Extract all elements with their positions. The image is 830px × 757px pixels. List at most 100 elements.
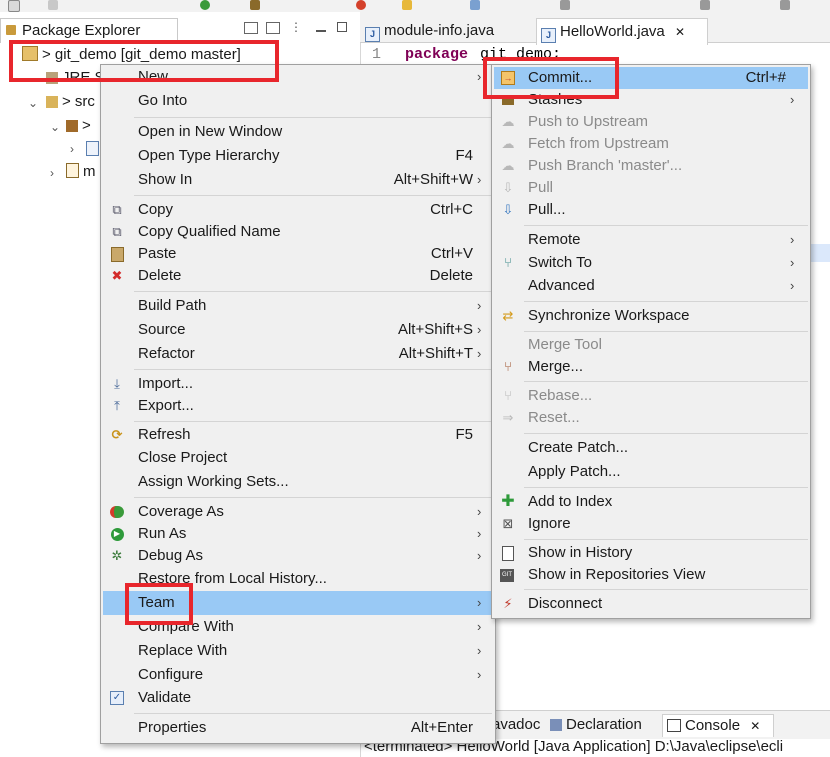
menu-item-show-in-repositories[interactable]: GIT Show in Repositories View bbox=[492, 564, 810, 586]
chevron-right-icon: › bbox=[477, 69, 482, 84]
java-file-icon bbox=[86, 141, 99, 156]
menu-item-merge[interactable]: ⑂ Merge... bbox=[492, 356, 810, 378]
menu-item-refresh[interactable]: ⟳ Refresh F5 bbox=[101, 424, 495, 446]
run-toolbar-icon[interactable] bbox=[200, 0, 210, 10]
menu-item-label: Switch To bbox=[528, 254, 592, 271]
tree-item-package[interactable]: > bbox=[66, 114, 91, 138]
menu-item-label: Create Patch... bbox=[528, 439, 629, 456]
menu-item-run-as[interactable]: ▶ Run As › bbox=[101, 523, 495, 545]
menu-item-refactor[interactable]: Refactor Alt+Shift+T › bbox=[101, 343, 495, 365]
menu-item-copy-qualified-name[interactable]: ⧉ Copy Qualified Name bbox=[101, 221, 495, 243]
open-folder-icon[interactable] bbox=[402, 0, 412, 10]
menu-item-remote[interactable]: Remote › bbox=[492, 229, 810, 251]
menu-item-add-to-index[interactable]: ✚ Add to Index bbox=[492, 491, 810, 513]
menu-item-advanced[interactable]: Advanced › bbox=[492, 275, 810, 297]
tab-module-info[interactable]: Jmodule-info.java bbox=[365, 18, 530, 44]
push-upstream-icon: ☁ bbox=[501, 114, 515, 129]
coverage-toolbar-icon[interactable] bbox=[356, 0, 366, 10]
menu-item-validate[interactable]: ✓ Validate bbox=[101, 687, 495, 709]
menu-item-disconnect[interactable]: ⚡ Disconnect bbox=[492, 593, 810, 615]
menu-item-merge-tool[interactable]: Merge Tool bbox=[492, 334, 810, 356]
menu-item-label: Push to Upstream bbox=[528, 113, 649, 130]
menu-item-push-branch[interactable]: ☁ Push Branch 'master'... bbox=[492, 155, 810, 177]
tree-item-module-info[interactable]: m bbox=[66, 160, 96, 184]
menu-item-properties[interactable]: Properties Alt+Enter bbox=[101, 717, 495, 739]
menu-item-label: Copy Qualified Name bbox=[138, 223, 281, 240]
back-icon[interactable] bbox=[700, 0, 710, 10]
menu-item-push-upstream[interactable]: ☁ Push to Upstream bbox=[492, 111, 810, 133]
forward-icon[interactable] bbox=[780, 0, 790, 10]
chevron-right-icon[interactable]: › bbox=[50, 166, 54, 180]
push-branch-icon: ☁ bbox=[501, 158, 515, 173]
declaration-icon bbox=[550, 719, 562, 731]
menu-item-label: Pull... bbox=[528, 201, 566, 218]
menu-separator bbox=[134, 713, 492, 714]
tab-helloworld[interactable]: J HelloWorld.java ✕ bbox=[536, 18, 708, 45]
menu-item-pull[interactable]: ⇩ Pull bbox=[492, 177, 810, 199]
menu-item-switch-to[interactable]: ⑂ Switch To › bbox=[492, 252, 810, 274]
menu-item-import[interactable]: ⤓ Import... bbox=[101, 373, 495, 395]
menu-item-ignore[interactable]: ⊠ Ignore bbox=[492, 513, 810, 535]
menu-item-copy[interactable]: ⧉ Copy Ctrl+C bbox=[101, 199, 495, 221]
chevron-down-icon[interactable]: ⌄ bbox=[28, 96, 38, 110]
menu-item-label: Apply Patch... bbox=[528, 463, 621, 480]
package-explorer-icon bbox=[6, 25, 16, 35]
menu-item-configure[interactable]: Configure › bbox=[101, 664, 495, 686]
nav-icon[interactable] bbox=[560, 0, 570, 10]
tab-javadoc[interactable]: avadoc bbox=[492, 714, 540, 736]
menu-item-synchronize-workspace[interactable]: ⇄ Synchronize Workspace bbox=[492, 305, 810, 327]
menu-item-open-new-window[interactable]: Open in New Window bbox=[101, 121, 495, 143]
menu-item-assign-working-sets[interactable]: Assign Working Sets... bbox=[101, 471, 495, 493]
tree-item-label: m bbox=[83, 163, 96, 180]
save-icon[interactable] bbox=[48, 0, 58, 10]
tree-item-src[interactable]: > src bbox=[46, 90, 95, 114]
tab-declaration[interactable]: Declaration bbox=[550, 714, 642, 736]
menu-item-label: Delete bbox=[138, 267, 182, 284]
menu-item-show-in[interactable]: Show In Alt+Shift+W › bbox=[101, 169, 495, 191]
pull-icon: ⇩ bbox=[502, 180, 514, 195]
new-file-icon[interactable] bbox=[8, 0, 20, 12]
menu-item-coverage-as[interactable]: Coverage As › bbox=[101, 501, 495, 523]
menu-item-apply-patch[interactable]: Apply Patch... bbox=[492, 461, 810, 483]
close-tab-icon[interactable]: ✕ bbox=[750, 719, 760, 733]
menu-item-label: Remote bbox=[528, 231, 581, 248]
menu-item-pull-dialog[interactable]: ⇩ Pull... bbox=[492, 199, 810, 221]
menu-item-build-path[interactable]: Build Path › bbox=[101, 295, 495, 317]
chevron-right-icon: › bbox=[477, 667, 482, 682]
menu-item-fetch-upstream[interactable]: ☁ Fetch from Upstream bbox=[492, 133, 810, 155]
maximize-icon[interactable] bbox=[337, 22, 347, 32]
menu-separator bbox=[524, 539, 808, 540]
menu-item-export[interactable]: ⤒ Export... bbox=[101, 395, 495, 417]
menu-item-delete[interactable]: ✖ Delete Delete bbox=[101, 265, 495, 287]
link-with-editor-icon[interactable] bbox=[266, 22, 280, 34]
history-icon bbox=[501, 545, 515, 561]
tree-item-java-file[interactable] bbox=[86, 138, 99, 162]
collapse-all-icon[interactable] bbox=[244, 22, 258, 34]
menu-item-rebase[interactable]: ⑂ Rebase... bbox=[492, 385, 810, 407]
chevron-right-icon[interactable]: › bbox=[70, 142, 74, 156]
menu-item-open-type-hierarchy[interactable]: Open Type Hierarchy F4 bbox=[101, 145, 495, 167]
tab-console[interactable]: Console ✕ bbox=[662, 714, 774, 737]
menu-item-close-project[interactable]: Close Project bbox=[101, 447, 495, 469]
menu-item-reset[interactable]: ⇒ Reset... bbox=[492, 407, 810, 429]
build-icon[interactable] bbox=[250, 0, 260, 10]
minimize-icon[interactable] bbox=[316, 30, 326, 32]
chevron-right-icon: › bbox=[477, 526, 482, 541]
menu-item-paste[interactable]: Paste Ctrl+V bbox=[101, 243, 495, 265]
view-menu-icon[interactable]: ⋮ bbox=[290, 20, 302, 34]
menu-item-show-in-history[interactable]: Show in History bbox=[492, 542, 810, 564]
menu-item-debug-as[interactable]: ✲ Debug As › bbox=[101, 545, 495, 567]
tree-item-label: > src bbox=[62, 93, 95, 110]
chevron-down-icon[interactable]: ⌄ bbox=[50, 120, 60, 134]
fetch-upstream-icon: ☁ bbox=[501, 136, 515, 151]
close-tab-icon[interactable]: ✕ bbox=[675, 25, 685, 39]
pull-dialog-icon: ⇩ bbox=[502, 202, 514, 217]
menu-separator bbox=[524, 381, 808, 382]
menu-item-create-patch[interactable]: Create Patch... bbox=[492, 437, 810, 459]
menu-item-label: Fetch from Upstream bbox=[528, 135, 669, 152]
chevron-right-icon: › bbox=[477, 346, 482, 361]
search-toolbar-icon[interactable] bbox=[470, 0, 480, 10]
menu-item-source[interactable]: Source Alt+Shift+S › bbox=[101, 319, 495, 341]
menu-item-go-into[interactable]: Go Into bbox=[101, 90, 495, 112]
menu-item-replace-with[interactable]: Replace With › bbox=[101, 640, 495, 662]
